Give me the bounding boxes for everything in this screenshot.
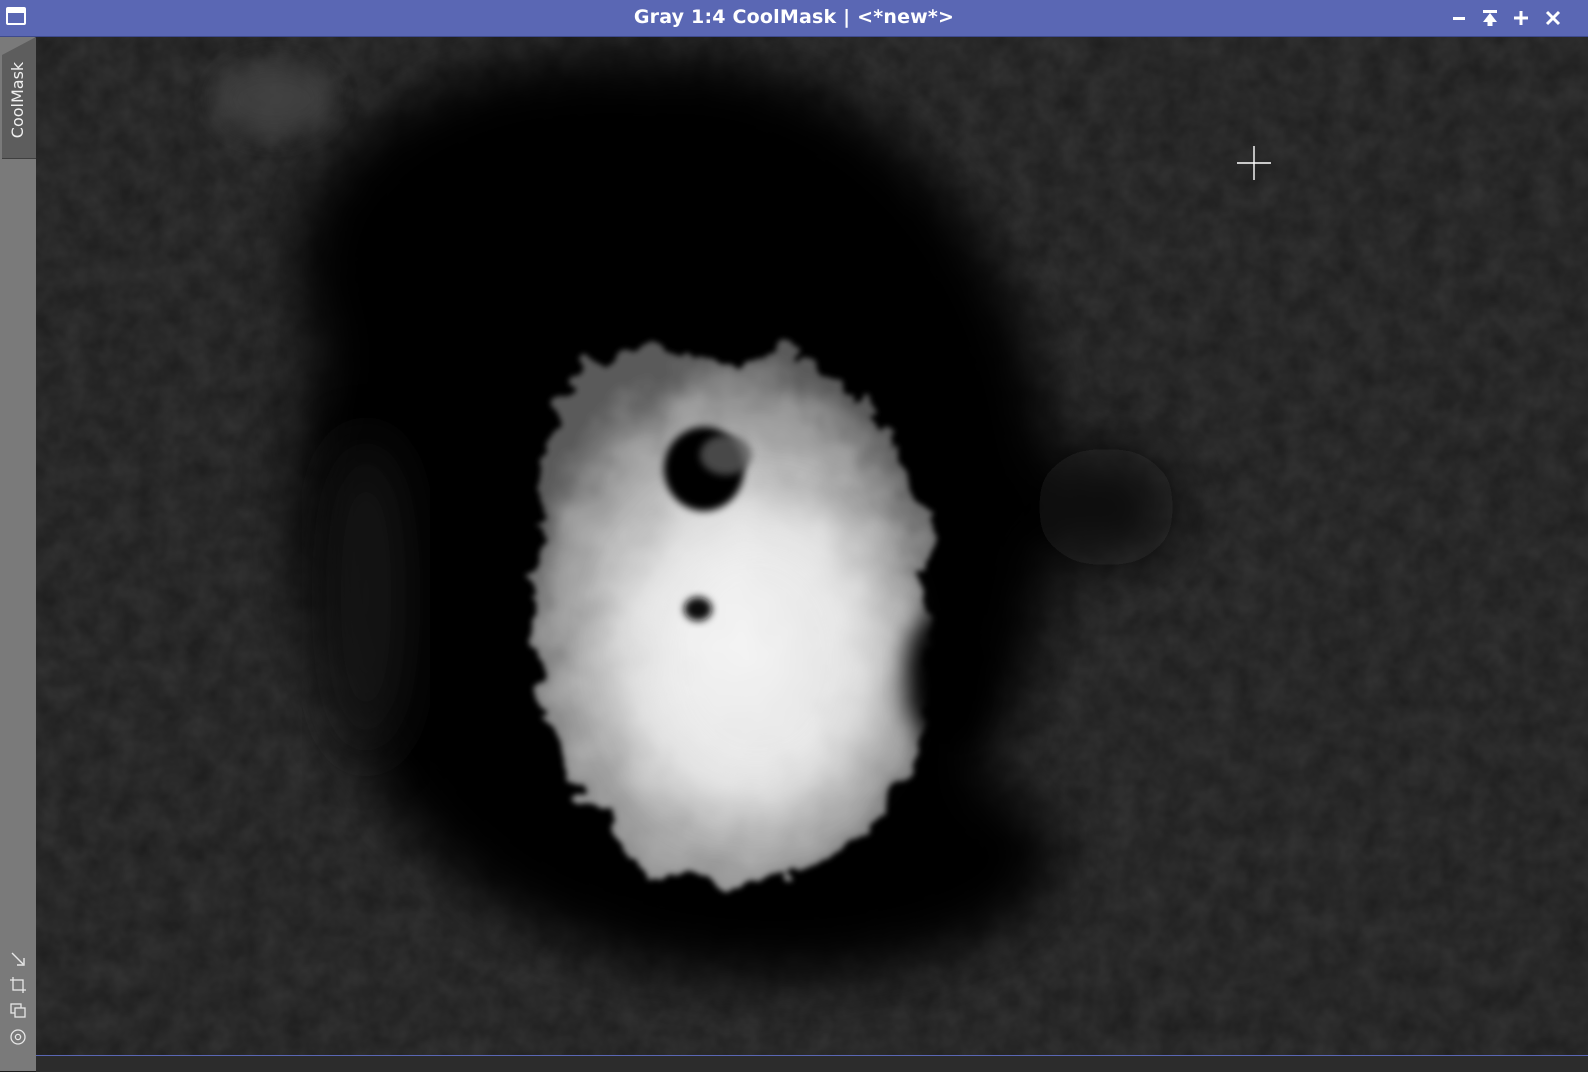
- target-icon[interactable]: [8, 1027, 28, 1047]
- coolmask-image: [36, 37, 1588, 1055]
- view-identifier-tab[interactable]: CoolMask: [2, 37, 36, 159]
- window-titlebar[interactable]: Gray 1:4 CoolMask | <*new*>: [0, 0, 1588, 37]
- crosshair-cursor-icon: [1236, 145, 1272, 181]
- clone-view-icon[interactable]: [8, 1001, 28, 1021]
- close-icon[interactable]: [1542, 7, 1564, 29]
- fit-view-icon[interactable]: [8, 949, 28, 969]
- zoom-extents-icon[interactable]: [8, 975, 28, 995]
- view-side-panel: CoolMask: [0, 37, 36, 1071]
- minimize-icon[interactable]: [1448, 7, 1470, 29]
- window-bottom-edge: [36, 1055, 1588, 1072]
- shade-icon[interactable]: [1479, 7, 1501, 29]
- maximize-icon[interactable]: [1510, 7, 1532, 29]
- window-title: Gray 1:4 CoolMask | <*new*>: [633, 6, 955, 28]
- image-viewport[interactable]: [36, 37, 1588, 1055]
- view-identifier-label: CoolMask: [8, 61, 27, 139]
